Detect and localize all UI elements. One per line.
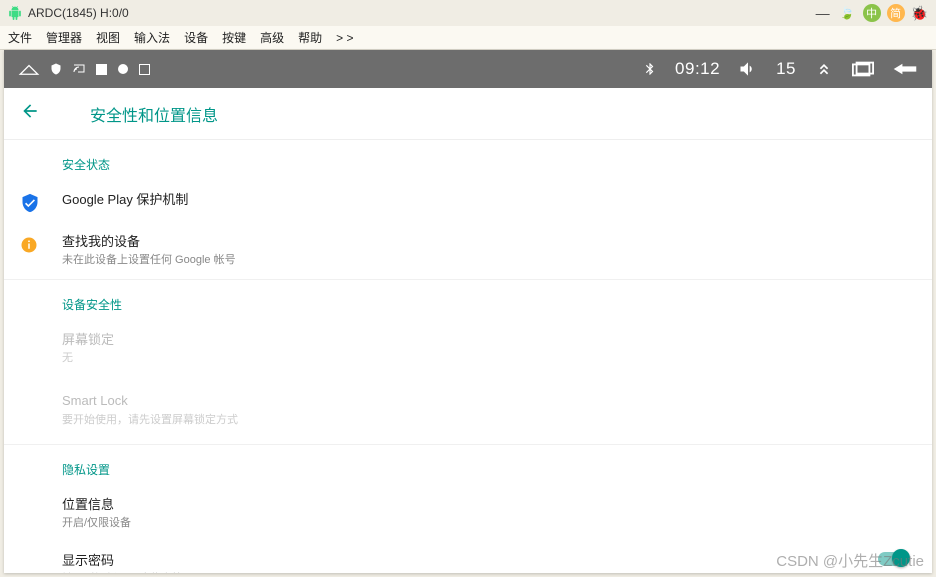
menu-advanced[interactable]: 高级 <box>260 29 284 46</box>
sub-show-password: 输入时短暂显示这些字符 <box>62 571 878 573</box>
square-outline-icon <box>139 64 150 75</box>
menu-file[interactable]: 文件 <box>8 29 32 46</box>
section-device-security: 设备安全性 屏幕锁定 无 Smart Lock 要开始使用，请先设置屏幕锁定方式 <box>4 280 932 445</box>
label-show-password: 显示密码 <box>62 552 878 570</box>
label-smart-lock: Smart Lock <box>62 392 916 410</box>
android-statusbar: 09:12 15 <box>4 50 932 88</box>
back-nav-icon[interactable] <box>892 61 918 77</box>
menu-more[interactable]: > > <box>336 31 353 45</box>
ime-badge-2[interactable]: 简 <box>887 4 905 22</box>
appbar: 安全性和位置信息 <box>4 88 932 140</box>
item-smart-lock: Smart Lock 要开始使用，请先设置屏幕锁定方式 <box>4 376 932 444</box>
window-titlebar: ARDC(1845) H:0/0 — 🍃 中 简 🐞 <box>0 0 936 26</box>
item-show-password[interactable]: 显示密码 输入时短暂显示这些字符 <box>4 542 932 573</box>
label-play-protect: Google Play 保护机制 <box>62 191 916 209</box>
chevrons-up-icon <box>814 59 834 79</box>
minimize-button[interactable]: — <box>810 5 836 21</box>
label-location: 位置信息 <box>62 496 916 514</box>
menu-view[interactable]: 视图 <box>96 29 120 46</box>
sub-smart-lock: 要开始使用，请先设置屏幕锁定方式 <box>62 412 916 429</box>
circle-icon <box>117 63 129 75</box>
section-privacy: 隐私设置 位置信息 开启/仅限设备 显示密码 输入时短暂显示这些字符 <box>4 445 932 573</box>
bluetooth-icon <box>643 59 657 79</box>
recents-icon[interactable] <box>852 61 874 77</box>
bug-icon[interactable]: 🐞 <box>911 5 928 22</box>
home-icon <box>18 62 40 76</box>
content-area[interactable]: 安全状态 Google Play 保护机制 查找我的设备 未在此设备上设置任何 … <box>4 140 932 573</box>
leaf-icon: 🍃 <box>840 6 855 20</box>
android-icon <box>8 6 22 20</box>
label-screen-lock: 屏幕锁定 <box>62 331 916 349</box>
menu-keys[interactable]: 按键 <box>222 29 246 46</box>
status-battery: 15 <box>776 59 796 79</box>
section-header-security-status: 安全状态 <box>4 140 932 181</box>
square-filled-icon <box>96 64 107 75</box>
section-security-status: 安全状态 Google Play 保护机制 查找我的设备 未在此设备上设置任何 … <box>4 140 932 280</box>
menu-device[interactable]: 设备 <box>184 29 208 46</box>
status-time: 09:12 <box>675 59 720 79</box>
item-screen-lock[interactable]: 屏幕锁定 无 <box>4 321 932 377</box>
back-button[interactable] <box>20 101 40 126</box>
item-play-protect[interactable]: Google Play 保护机制 <box>4 181 932 223</box>
label-find-device: 查找我的设备 <box>62 233 916 251</box>
section-header-device-security: 设备安全性 <box>4 280 932 321</box>
show-password-switch[interactable] <box>878 552 908 566</box>
sub-find-device: 未在此设备上设置任何 Google 帐号 <box>62 252 916 269</box>
menu-help[interactable]: 帮助 <box>298 29 322 46</box>
menu-manager[interactable]: 管理器 <box>46 29 82 46</box>
volume-icon <box>738 59 758 79</box>
menu-ime[interactable]: 输入法 <box>134 29 170 46</box>
info-icon <box>20 235 38 255</box>
cast-icon <box>72 63 86 75</box>
ime-badge-1[interactable]: 中 <box>863 4 881 22</box>
item-location[interactable]: 位置信息 开启/仅限设备 <box>4 486 932 542</box>
sub-screen-lock: 无 <box>62 350 916 367</box>
android-window: 09:12 15 安全性和位置信息 安全状态 Google Play 保护机制 … <box>4 50 932 573</box>
page-title: 安全性和位置信息 <box>90 102 218 126</box>
shield-icon <box>20 193 40 213</box>
menubar: 文件 管理器 视图 输入法 设备 按键 高级 帮助 > > <box>0 26 936 50</box>
window-title: ARDC(1845) H:0/0 <box>28 6 810 20</box>
shield-small-icon <box>50 62 62 76</box>
section-header-privacy: 隐私设置 <box>4 445 932 486</box>
sub-location: 开启/仅限设备 <box>62 515 916 532</box>
item-find-device[interactable]: 查找我的设备 未在此设备上设置任何 Google 帐号 <box>4 223 932 279</box>
